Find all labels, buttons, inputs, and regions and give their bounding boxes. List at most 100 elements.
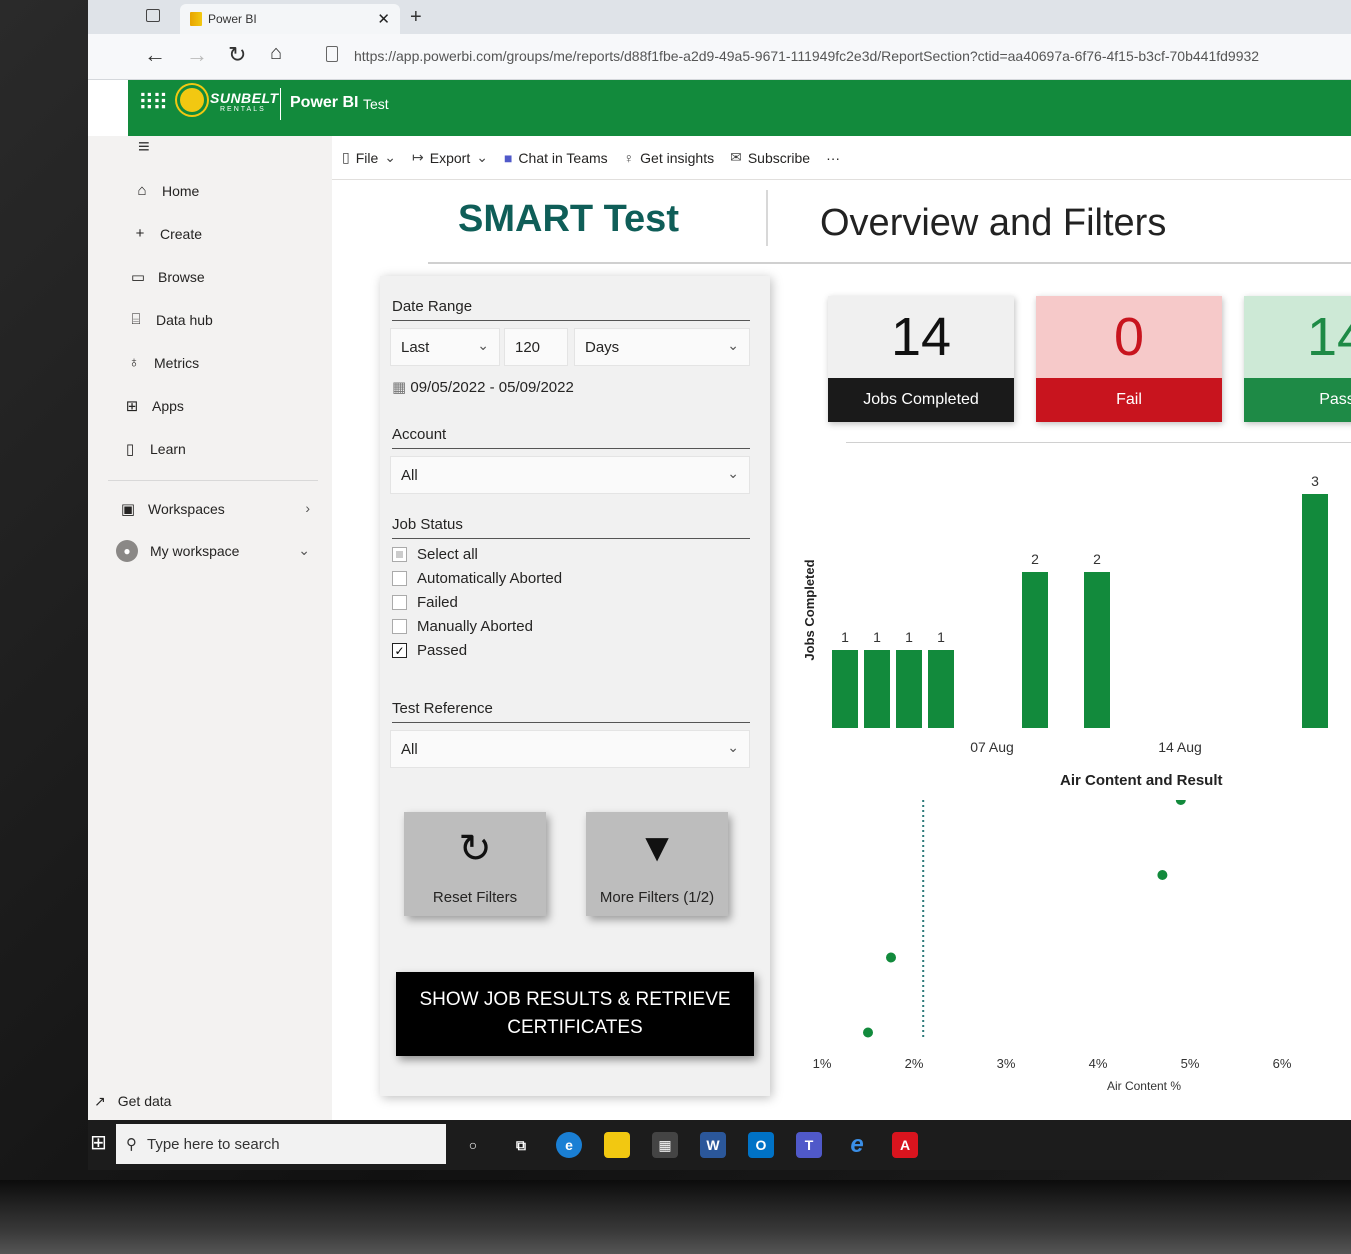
- date-range-label: Date Range: [392, 298, 473, 315]
- avatar-icon: ●: [116, 540, 138, 562]
- acrobat-icon[interactable]: A: [892, 1132, 918, 1158]
- mail-icon: ✉: [730, 149, 742, 165]
- edge-icon[interactable]: e: [556, 1132, 582, 1158]
- get-insights-button[interactable]: ♀ Get insights: [624, 150, 714, 166]
- url-field[interactable]: https://app.powerbi.com/groups/me/report…: [354, 48, 1259, 64]
- nav-item-home[interactable]: ⌂ Home: [134, 182, 199, 199]
- report-title: SMART Test: [458, 198, 679, 240]
- date-unit-dropdown[interactable]: Days ⌄: [574, 328, 750, 366]
- app-name[interactable]: Power BI: [290, 94, 358, 112]
- new-tab-button[interactable]: +: [410, 6, 422, 29]
- tab-close-icon[interactable]: ✕: [377, 10, 390, 28]
- report-canvas: SMART Test Overview and Filters Date Ran…: [332, 180, 1351, 1100]
- apps-icon: ⊞: [125, 398, 139, 415]
- x-tick-label: 14 Aug: [1158, 739, 1202, 755]
- app-launcher-icon[interactable]: ⠿⠿: [138, 90, 168, 116]
- internet-explorer-icon[interactable]: e: [844, 1131, 870, 1158]
- checkbox-icon[interactable]: [392, 595, 407, 610]
- date-count-input[interactable]: 120: [504, 328, 568, 366]
- home-icon[interactable]: ⌂: [270, 42, 282, 65]
- file-menu[interactable]: ▯ File ⌄: [342, 149, 396, 166]
- outlook-icon[interactable]: O: [748, 1132, 774, 1158]
- calendar-icon: ▦: [392, 379, 407, 396]
- test-reference-underline: [392, 722, 750, 723]
- checkbox-icon[interactable]: [392, 547, 407, 562]
- forward-icon[interactable]: →: [186, 42, 208, 68]
- sunbelt-logo-icon: [180, 88, 204, 112]
- search-placeholder: Type here to search: [147, 1135, 280, 1153]
- nav-item-my-workspace[interactable]: ● My workspace: [116, 540, 239, 562]
- teams-icon[interactable]: T: [796, 1132, 822, 1158]
- windows-start-icon[interactable]: ⊞: [90, 1130, 107, 1155]
- checkbox-checked-icon[interactable]: ✓: [392, 643, 407, 658]
- account-dropdown[interactable]: All ⌄: [390, 456, 750, 494]
- scatter-chart-title: Air Content and Result: [1060, 772, 1223, 789]
- back-icon[interactable]: ←: [144, 42, 166, 68]
- word-icon[interactable]: W: [700, 1132, 726, 1158]
- tab-actions-icon[interactable]: [146, 9, 160, 22]
- bar-data-label: 3: [1311, 473, 1319, 489]
- more-filters-label: More Filters (1/2): [599, 889, 715, 906]
- test-reference-dropdown[interactable]: All ⌄: [390, 730, 750, 768]
- nav-item-learn[interactable]: ▯ Learn: [122, 440, 186, 458]
- store-icon[interactable]: ▦: [652, 1132, 678, 1158]
- job-status-option[interactable]: Failed: [392, 594, 458, 611]
- job-status-option[interactable]: Manually Aborted: [392, 618, 533, 635]
- chevron-down-icon: ⌄: [476, 149, 488, 165]
- subscribe-button[interactable]: ✉ Subscribe: [730, 149, 810, 166]
- chevron-down-icon: ⌄: [727, 337, 739, 353]
- more-filters-button[interactable]: ▼ More Filters (1/2): [586, 812, 728, 916]
- nav-item-workspaces[interactable]: ▣ Workspaces: [120, 500, 225, 518]
- chevron-down-icon: ⌄: [727, 465, 739, 481]
- lock-icon[interactable]: [326, 46, 338, 62]
- taskbar-search[interactable]: ⚲ Type here to search: [116, 1124, 446, 1164]
- date-mode-dropdown[interactable]: Last ⌄: [390, 328, 500, 366]
- task-view-icon[interactable]: ⧉: [508, 1132, 534, 1158]
- date-range-underline: [392, 320, 750, 321]
- test-reference-value: All: [401, 740, 418, 758]
- brand-name: SUNBELT: [210, 90, 279, 106]
- x-tick-label: 3%: [997, 1056, 1016, 1071]
- cortana-icon[interactable]: ○: [460, 1132, 486, 1158]
- more-icon: ···: [826, 149, 841, 166]
- hamburger-menu-icon[interactable]: ≡: [138, 136, 150, 159]
- chevron-down-icon[interactable]: ⌄: [298, 542, 310, 559]
- job-status-option[interactable]: Automatically Aborted: [392, 570, 562, 587]
- chevron-right-icon[interactable]: ›: [305, 500, 310, 516]
- job-status-option[interactable]: ✓ Passed: [392, 642, 467, 659]
- brand-subtitle: RENTALS: [220, 106, 266, 113]
- show-job-results-button[interactable]: SHOW JOB RESULTS & RETRIEVE CERTIFICATES: [396, 972, 754, 1056]
- kpi-jobs-completed: 14 Jobs Completed: [828, 296, 1014, 422]
- bar-data-label: 2: [1093, 551, 1101, 567]
- nav-item-browse[interactable]: ▭ Browse: [130, 268, 205, 286]
- kpi-divider: [846, 442, 1351, 443]
- date-unit-value: Days: [585, 338, 620, 356]
- checkbox-icon[interactable]: [392, 619, 407, 634]
- browser-tab[interactable]: Power BI ✕: [180, 4, 400, 34]
- chat-in-teams-button[interactable]: ■ Chat in Teams: [504, 150, 608, 166]
- bar: [1302, 494, 1328, 728]
- filter-panel: Date Range Last ⌄ 120 Days ⌄ ▦ 09/05/202…: [380, 276, 770, 1096]
- reset-filters-button[interactable]: ↻ Reset Filters: [404, 812, 546, 916]
- bar: [928, 650, 954, 728]
- nav-item-metrics[interactable]: ♁ Metrics: [126, 354, 199, 371]
- export-menu[interactable]: ↦ Export ⌄: [412, 149, 488, 166]
- database-icon: ⌸: [131, 311, 141, 328]
- book-icon: ▯: [125, 441, 135, 458]
- option-label: Select all: [417, 546, 478, 563]
- nav-item-data-hub[interactable]: ⌸ Data hub: [128, 311, 212, 328]
- monitor-stand: [0, 1180, 1351, 1254]
- date-count-value: 120: [515, 338, 541, 356]
- option-label: Passed: [417, 642, 468, 659]
- bar-data-label: 1: [905, 629, 913, 645]
- tab-title: Power BI: [208, 12, 257, 26]
- get-data-button[interactable]: ↗ Get data: [88, 1082, 332, 1120]
- file-explorer-icon[interactable]: [604, 1132, 630, 1158]
- more-options-button[interactable]: ···: [826, 150, 840, 166]
- workspace-name[interactable]: Test: [363, 96, 389, 112]
- checkbox-icon[interactable]: [392, 571, 407, 586]
- nav-item-apps[interactable]: ⊞ Apps: [124, 397, 184, 415]
- refresh-icon[interactable]: ↻: [228, 42, 246, 68]
- job-status-option[interactable]: Select all: [392, 546, 478, 563]
- nav-item-create[interactable]: + Create: [132, 225, 202, 242]
